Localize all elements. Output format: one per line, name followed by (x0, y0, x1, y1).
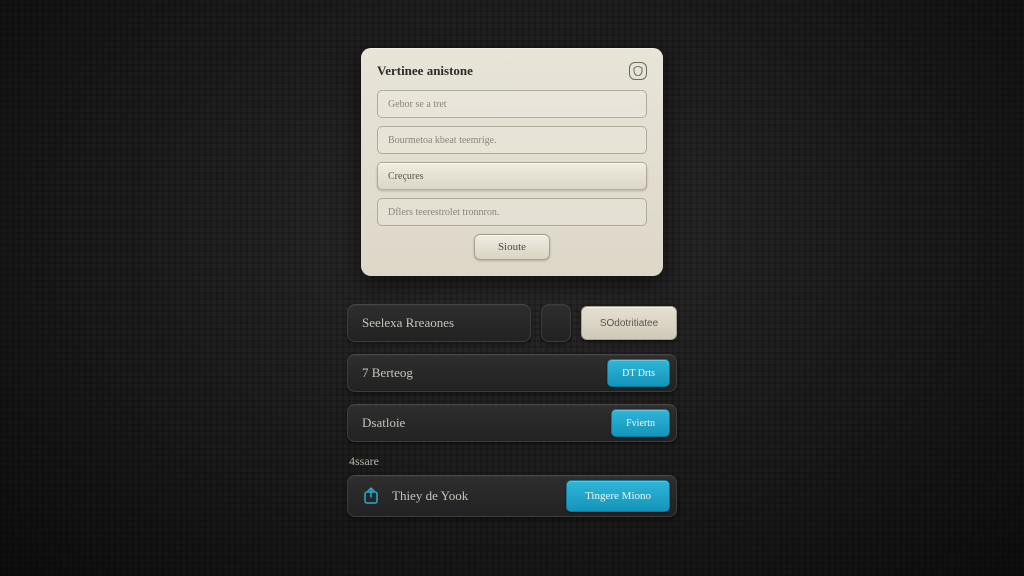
section-label: 4ssare (349, 454, 677, 469)
row-4-button[interactable]: Tingere Miono (566, 480, 670, 512)
row-3-label: Dsatloie (362, 415, 405, 431)
row-4-label: Thiey de Yook (392, 488, 468, 504)
row-3-button[interactable]: Fviertn (611, 409, 670, 437)
shield-icon (629, 62, 647, 80)
card-title: Vertinee anistone (377, 63, 473, 79)
row-4-pill[interactable]: Thiey de Yook Tingere Miono (347, 475, 677, 517)
row-1: Seelexa Rreaones SOdotritiatee (347, 304, 677, 342)
field-4[interactable]: Dflers teerestrolet tronnron. (377, 198, 647, 226)
row-2-label: 7 Berteog (362, 365, 413, 381)
field-1[interactable]: Gebor se a tret (377, 90, 647, 118)
submit-button[interactable]: Sioute (474, 234, 550, 260)
row-1-spacer (541, 304, 571, 342)
row-3-pill[interactable]: Dsatloie Fviertn (347, 404, 677, 442)
row-1-button[interactable]: SOdotritiatee (581, 306, 677, 340)
row-3: Dsatloie Fviertn (347, 404, 677, 442)
field-2[interactable]: Bourmetoa kbeat teemrige. (377, 126, 647, 154)
export-icon (362, 486, 382, 506)
row-2: 7 Berteog DT Drts (347, 354, 677, 392)
row-4: Thiey de Yook Tingere Miono (347, 475, 677, 517)
form-card: Vertinee anistone Gebor se a tret Bourme… (361, 48, 663, 276)
row-stack: Seelexa Rreaones SOdotritiatee 7 Berteog… (347, 304, 677, 529)
row-2-button[interactable]: DT Drts (607, 359, 670, 387)
row-2-pill[interactable]: 7 Berteog DT Drts (347, 354, 677, 392)
row-1-label-pill[interactable]: Seelexa Rreaones (347, 304, 531, 342)
card-header: Vertinee anistone (377, 62, 647, 80)
field-3[interactable]: Creçures (377, 162, 647, 190)
row-1-label: Seelexa Rreaones (362, 315, 454, 331)
